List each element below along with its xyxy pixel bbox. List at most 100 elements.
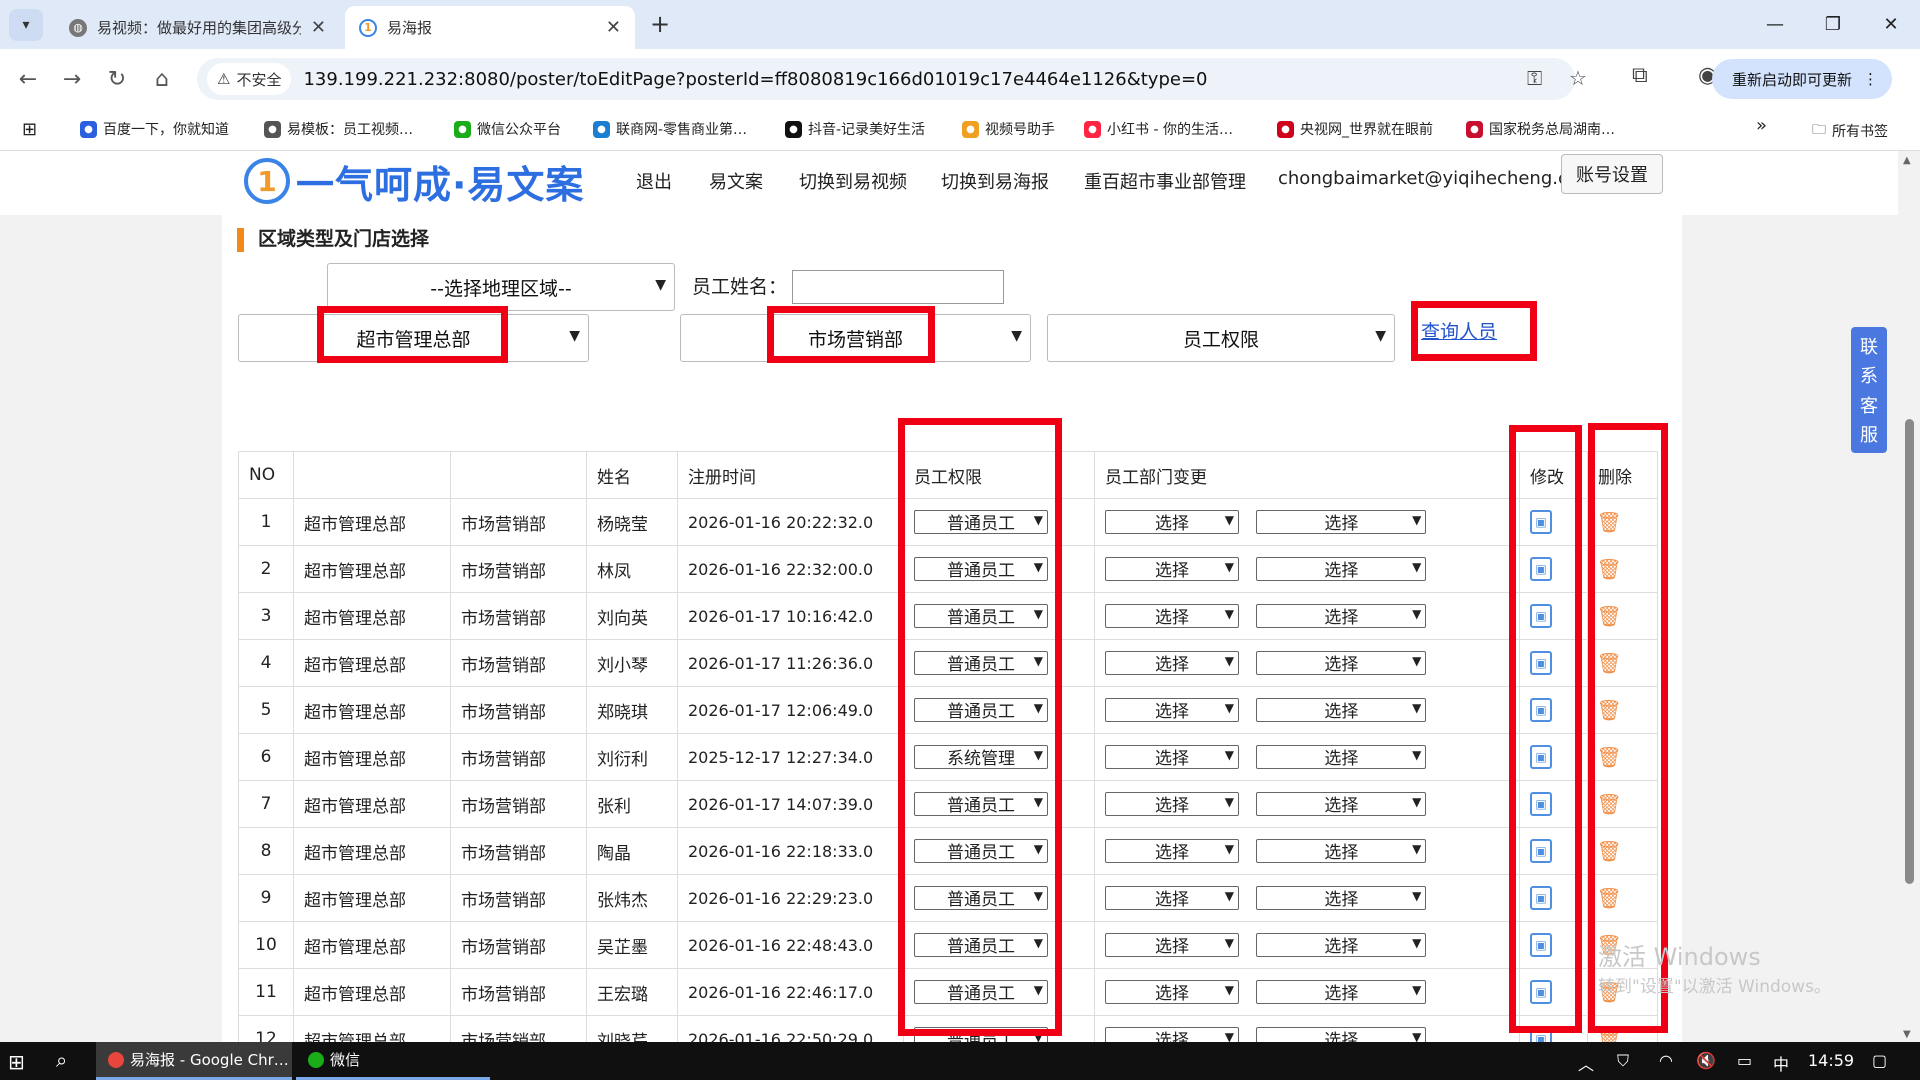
tab-yihaibao[interactable]: 1 易海报 ✕ bbox=[345, 6, 635, 49]
save-edit-icon[interactable]: ▣ bbox=[1530, 1027, 1552, 1042]
bookmark-item[interactable]: ● 国家税务总局湖南… bbox=[1466, 119, 1615, 139]
row-permission-select[interactable]: 普通员工 ▼ bbox=[914, 603, 1048, 628]
trash-icon[interactable]: 🗑 bbox=[1596, 792, 1621, 816]
all-bookmarks-button[interactable]: 🗀 所有书签 bbox=[1812, 119, 1888, 143]
extensions-icon[interactable]: ⧉ bbox=[1632, 63, 1648, 88]
save-edit-icon[interactable]: ▣ bbox=[1530, 604, 1552, 628]
bookmark-item[interactable]: ● 抖音-记录美好生活 bbox=[785, 119, 925, 139]
row-hq-change-select[interactable]: 选择 ▼ bbox=[1105, 603, 1239, 628]
row-hq-change-select[interactable]: 选择 ▼ bbox=[1105, 791, 1239, 816]
row-hq-change-select[interactable]: 选择 ▼ bbox=[1105, 556, 1239, 581]
minimize-icon[interactable]: — bbox=[1746, 0, 1804, 49]
save-edit-icon[interactable]: ▣ bbox=[1530, 698, 1552, 722]
row-dept-change-select[interactable]: 选择 ▼ bbox=[1256, 744, 1427, 769]
row-dept-change-select[interactable]: 选择 ▼ bbox=[1256, 932, 1427, 957]
row-permission-select[interactable]: 普通员工 ▼ bbox=[914, 932, 1048, 957]
battery-icon[interactable]: ▭ bbox=[1737, 1051, 1752, 1070]
shield-icon[interactable]: ⛉ bbox=[1617, 1051, 1629, 1071]
row-hq-change-select[interactable]: 选择 ▼ bbox=[1105, 650, 1239, 675]
save-edit-icon[interactable]: ▣ bbox=[1530, 839, 1552, 863]
url-text[interactable]: 139.199.221.232:8080/poster/toEditPage?p… bbox=[303, 69, 1207, 90]
apps-grid-icon[interactable]: ⊞ bbox=[22, 119, 37, 140]
bookmark-item[interactable]: ● 小红书 - 你的生活… bbox=[1084, 119, 1233, 139]
bookmark-item[interactable]: ● 视频号助手 bbox=[962, 119, 1055, 139]
tray-chevron-up-icon[interactable]: ︿ bbox=[1578, 1051, 1594, 1075]
row-dept-change-select[interactable]: 选择 ▼ bbox=[1256, 697, 1427, 722]
row-hq-change-select[interactable]: 选择 ▼ bbox=[1105, 509, 1239, 534]
bookmark-item[interactable]: ● 微信公众平台 bbox=[454, 119, 561, 139]
row-hq-change-select[interactable]: 选择 ▼ bbox=[1105, 697, 1239, 722]
nav-switch-poster[interactable]: 切换到易海报 bbox=[941, 168, 1049, 194]
trash-icon[interactable]: 🗑 bbox=[1596, 1027, 1621, 1042]
forward-icon[interactable]: → bbox=[56, 63, 88, 95]
row-permission-select[interactable]: 普通员工 ▼ bbox=[914, 979, 1048, 1004]
home-icon[interactable]: ⌂ bbox=[146, 63, 178, 95]
row-dept-change-select[interactable]: 选择 ▼ bbox=[1256, 603, 1427, 628]
search-icon[interactable]: ⌕ bbox=[56, 1048, 67, 1072]
bookmark-item[interactable]: ● 易模板：员工视频… bbox=[264, 119, 413, 139]
save-edit-icon[interactable]: ▣ bbox=[1530, 792, 1552, 816]
star-icon[interactable]: ☆ bbox=[1569, 66, 1587, 90]
notification-icon[interactable]: ▢ bbox=[1872, 1051, 1887, 1070]
row-hq-change-select[interactable]: 选择 ▼ bbox=[1105, 744, 1239, 769]
nav-business-admin[interactable]: 重百超市事业部管理 bbox=[1084, 168, 1246, 194]
tab-close-icon[interactable]: ✕ bbox=[606, 17, 621, 38]
account-settings-button[interactable]: 账号设置 bbox=[1561, 154, 1663, 194]
clock[interactable]: 14:59 bbox=[1808, 1051, 1854, 1070]
tab-close-icon[interactable]: ✕ bbox=[311, 17, 326, 38]
trash-icon[interactable]: 🗑 bbox=[1596, 745, 1621, 769]
department-select[interactable]: 市场营销部 ▼ bbox=[680, 314, 1031, 362]
save-edit-icon[interactable]: ▣ bbox=[1530, 933, 1552, 957]
row-hq-change-select[interactable]: 选择 ▼ bbox=[1105, 932, 1239, 957]
row-permission-select[interactable]: 普通员工 ▼ bbox=[914, 791, 1048, 816]
row-dept-change-select[interactable]: 选择 ▼ bbox=[1256, 556, 1427, 581]
row-dept-change-select[interactable]: 选择 ▼ bbox=[1256, 838, 1427, 863]
wifi-icon[interactable]: ◠ bbox=[1659, 1051, 1673, 1070]
row-permission-select[interactable]: 普通员工 ▼ bbox=[914, 509, 1048, 534]
row-dept-change-select[interactable]: 选择 ▼ bbox=[1256, 1026, 1427, 1042]
trash-icon[interactable]: 🗑 bbox=[1596, 557, 1621, 581]
scrollbar-thumb[interactable] bbox=[1905, 419, 1914, 884]
trash-icon[interactable]: 🗑 bbox=[1596, 839, 1621, 863]
new-tab-button[interactable]: + bbox=[650, 10, 670, 38]
row-dept-change-select[interactable]: 选择 ▼ bbox=[1256, 979, 1427, 1004]
row-hq-change-select[interactable]: 选择 ▼ bbox=[1105, 979, 1239, 1004]
hq-select[interactable]: 超市管理总部 ▼ bbox=[238, 314, 589, 362]
row-dept-change-select[interactable]: 选择 ▼ bbox=[1256, 650, 1427, 675]
trash-icon[interactable]: 🗑 bbox=[1596, 510, 1621, 534]
row-permission-select[interactable]: 普通员工 ▼ bbox=[914, 1026, 1048, 1042]
page-scrollbar[interactable]: ▲ ▼ bbox=[1898, 151, 1920, 1042]
row-dept-change-select[interactable]: 选择 ▼ bbox=[1256, 791, 1427, 816]
row-hq-change-select[interactable]: 选择 ▼ bbox=[1105, 885, 1239, 910]
save-edit-icon[interactable]: ▣ bbox=[1530, 651, 1552, 675]
site-info-button[interactable]: ⚠ 不安全 bbox=[207, 63, 292, 95]
row-dept-change-select[interactable]: 选择 ▼ bbox=[1256, 885, 1427, 910]
bookmark-item[interactable]: ● 央视网_世界就在眼前 bbox=[1277, 119, 1433, 139]
bookmark-item[interactable]: ● 百度一下，你就知道 bbox=[80, 119, 229, 139]
scroll-down-icon[interactable]: ▼ bbox=[1903, 1029, 1911, 1040]
nav-logout[interactable]: 退出 bbox=[636, 168, 672, 194]
scroll-up-icon[interactable]: ▲ bbox=[1903, 155, 1911, 166]
restore-icon[interactable]: ❐ bbox=[1804, 0, 1862, 49]
save-edit-icon[interactable]: ▣ bbox=[1530, 557, 1552, 581]
volume-muted-icon[interactable]: 🔇 bbox=[1696, 1051, 1716, 1070]
trash-icon[interactable]: 🗑 bbox=[1596, 886, 1621, 910]
row-permission-select[interactable]: 普通员工 ▼ bbox=[914, 650, 1048, 675]
save-edit-icon[interactable]: ▣ bbox=[1530, 745, 1552, 769]
trash-icon[interactable]: 🗑 bbox=[1596, 604, 1621, 628]
save-edit-icon[interactable]: ▣ bbox=[1530, 510, 1552, 534]
site-logo[interactable]: 1 一气呵成·易文案 bbox=[244, 151, 584, 211]
ime-indicator[interactable]: 中 bbox=[1773, 1051, 1789, 1075]
contact-support-button[interactable]: 联 系 客 服 bbox=[1851, 327, 1887, 453]
trash-icon[interactable]: 🗑 bbox=[1596, 651, 1621, 675]
address-bar[interactable]: ⚠ 不安全 139.199.221.232:8080/poster/toEdit… bbox=[197, 58, 1587, 100]
region-select[interactable]: --选择地理区域-- ▼ bbox=[327, 263, 675, 311]
key-icon[interactable]: ⚿ bbox=[1527, 66, 1542, 90]
permission-select[interactable]: 员工权限 ▼ bbox=[1047, 314, 1395, 362]
employee-name-input[interactable] bbox=[792, 270, 1004, 304]
row-hq-change-select[interactable]: 选择 ▼ bbox=[1105, 1026, 1239, 1042]
row-permission-select[interactable]: 普通员工 ▼ bbox=[914, 885, 1048, 910]
row-permission-select[interactable]: 系统管理 ▼ bbox=[914, 744, 1048, 769]
taskbar-app-chrome[interactable]: 易海报 - Google Chr… bbox=[96, 1042, 292, 1080]
nav-yiwenan[interactable]: 易文案 bbox=[709, 168, 763, 194]
